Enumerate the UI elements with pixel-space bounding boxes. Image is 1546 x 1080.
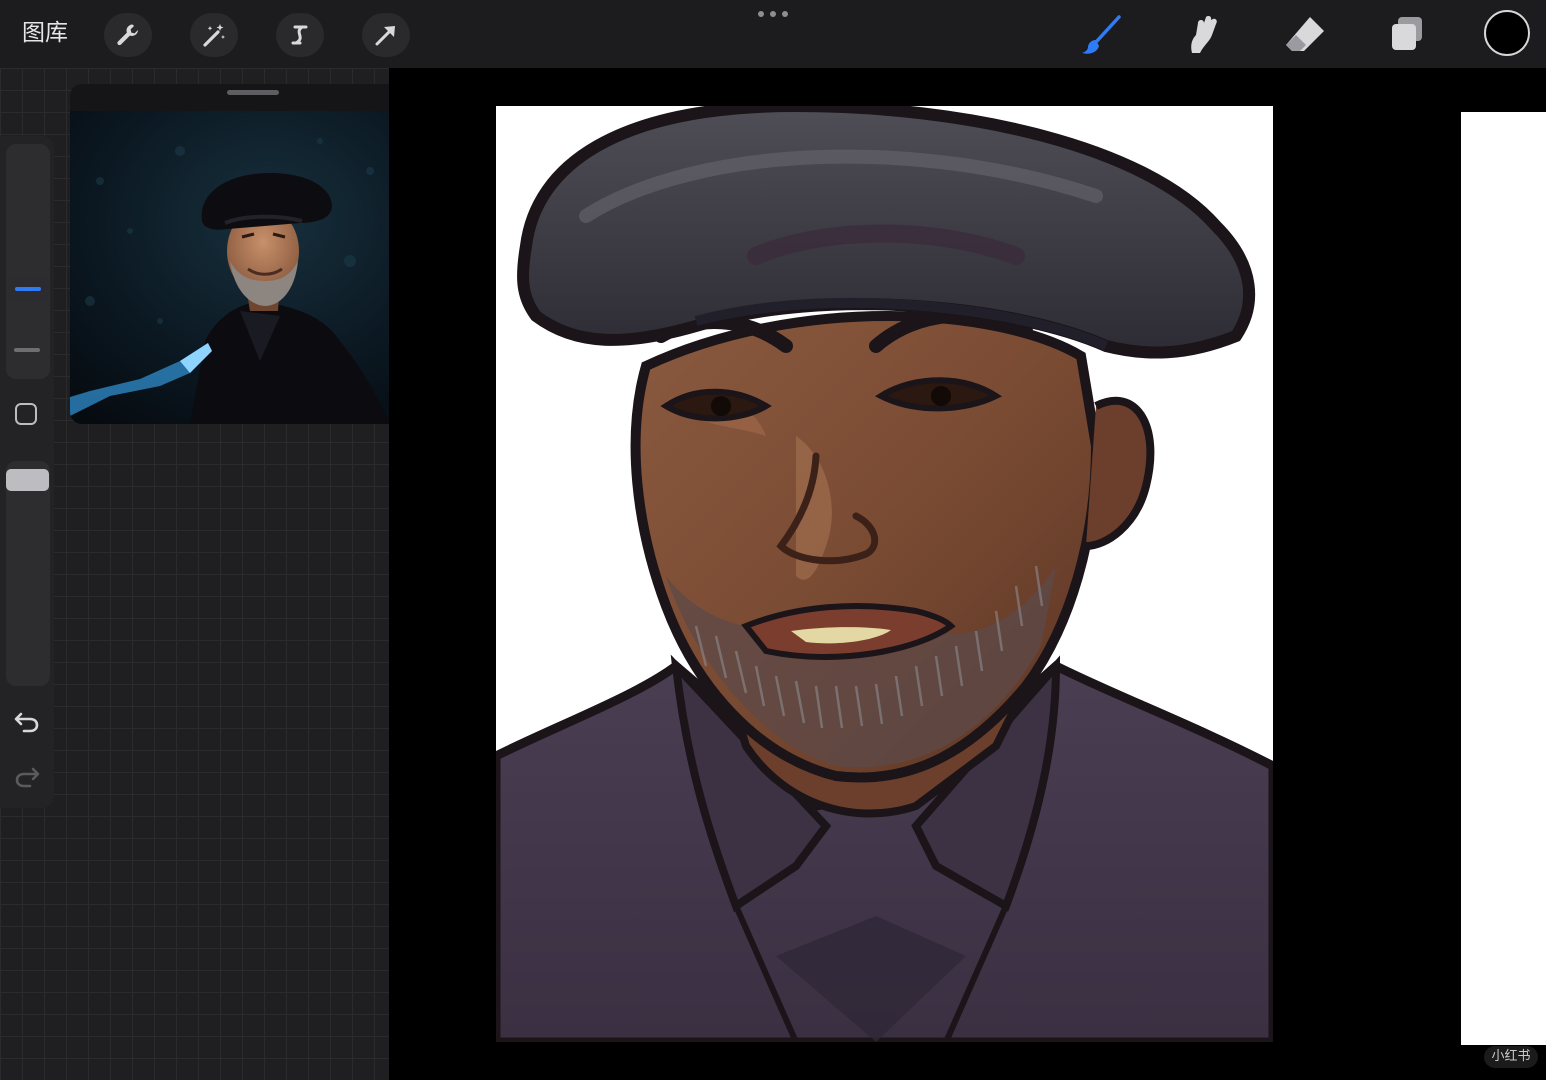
- undo-icon[interactable]: [12, 706, 42, 736]
- actions-button[interactable]: [104, 13, 152, 57]
- adjacent-page: [1461, 112, 1546, 1045]
- opacity-slider[interactable]: [6, 461, 50, 686]
- brush-size-slider[interactable]: [6, 144, 50, 379]
- size-indicator: [14, 348, 40, 352]
- smudge-icon: [1191, 16, 1217, 53]
- selection-button[interactable]: [276, 13, 324, 57]
- more-dots-icon[interactable]: [758, 11, 788, 19]
- redo-icon[interactable]: [12, 761, 42, 791]
- drawing-canvas[interactable]: 小红书: [389, 68, 1546, 1080]
- layers-icon: [1392, 17, 1422, 50]
- modify-button[interactable]: [15, 403, 37, 425]
- brush-size-knob[interactable]: [6, 278, 49, 300]
- reference-panel[interactable]: [70, 84, 430, 424]
- reference-photo: [70, 111, 430, 424]
- eraser-button[interactable]: [1280, 12, 1328, 58]
- adjustments-button[interactable]: [190, 13, 238, 57]
- brush-icon: [1082, 15, 1121, 54]
- selection-icon: [291, 25, 308, 45]
- portrait-artwork: [496, 106, 1273, 1042]
- left-sidebar: [0, 136, 54, 808]
- eraser-icon: [1286, 17, 1324, 51]
- gallery-button[interactable]: 图库: [22, 18, 68, 48]
- magic-wand-icon: [203, 24, 225, 47]
- color-picker-button[interactable]: [1484, 10, 1530, 56]
- reference-drag-handle[interactable]: [227, 90, 279, 95]
- watermark-badge: 小红书: [1484, 1046, 1538, 1068]
- opacity-knob[interactable]: [6, 469, 49, 491]
- top-toolbar: 图库: [0, 0, 1546, 68]
- transform-button[interactable]: [362, 13, 410, 57]
- brush-button[interactable]: [1077, 12, 1125, 58]
- layers-button[interactable]: [1382, 12, 1430, 58]
- wrench-icon: [117, 24, 138, 46]
- smudge-button[interactable]: [1178, 12, 1226, 58]
- transform-arrow-icon: [375, 26, 395, 46]
